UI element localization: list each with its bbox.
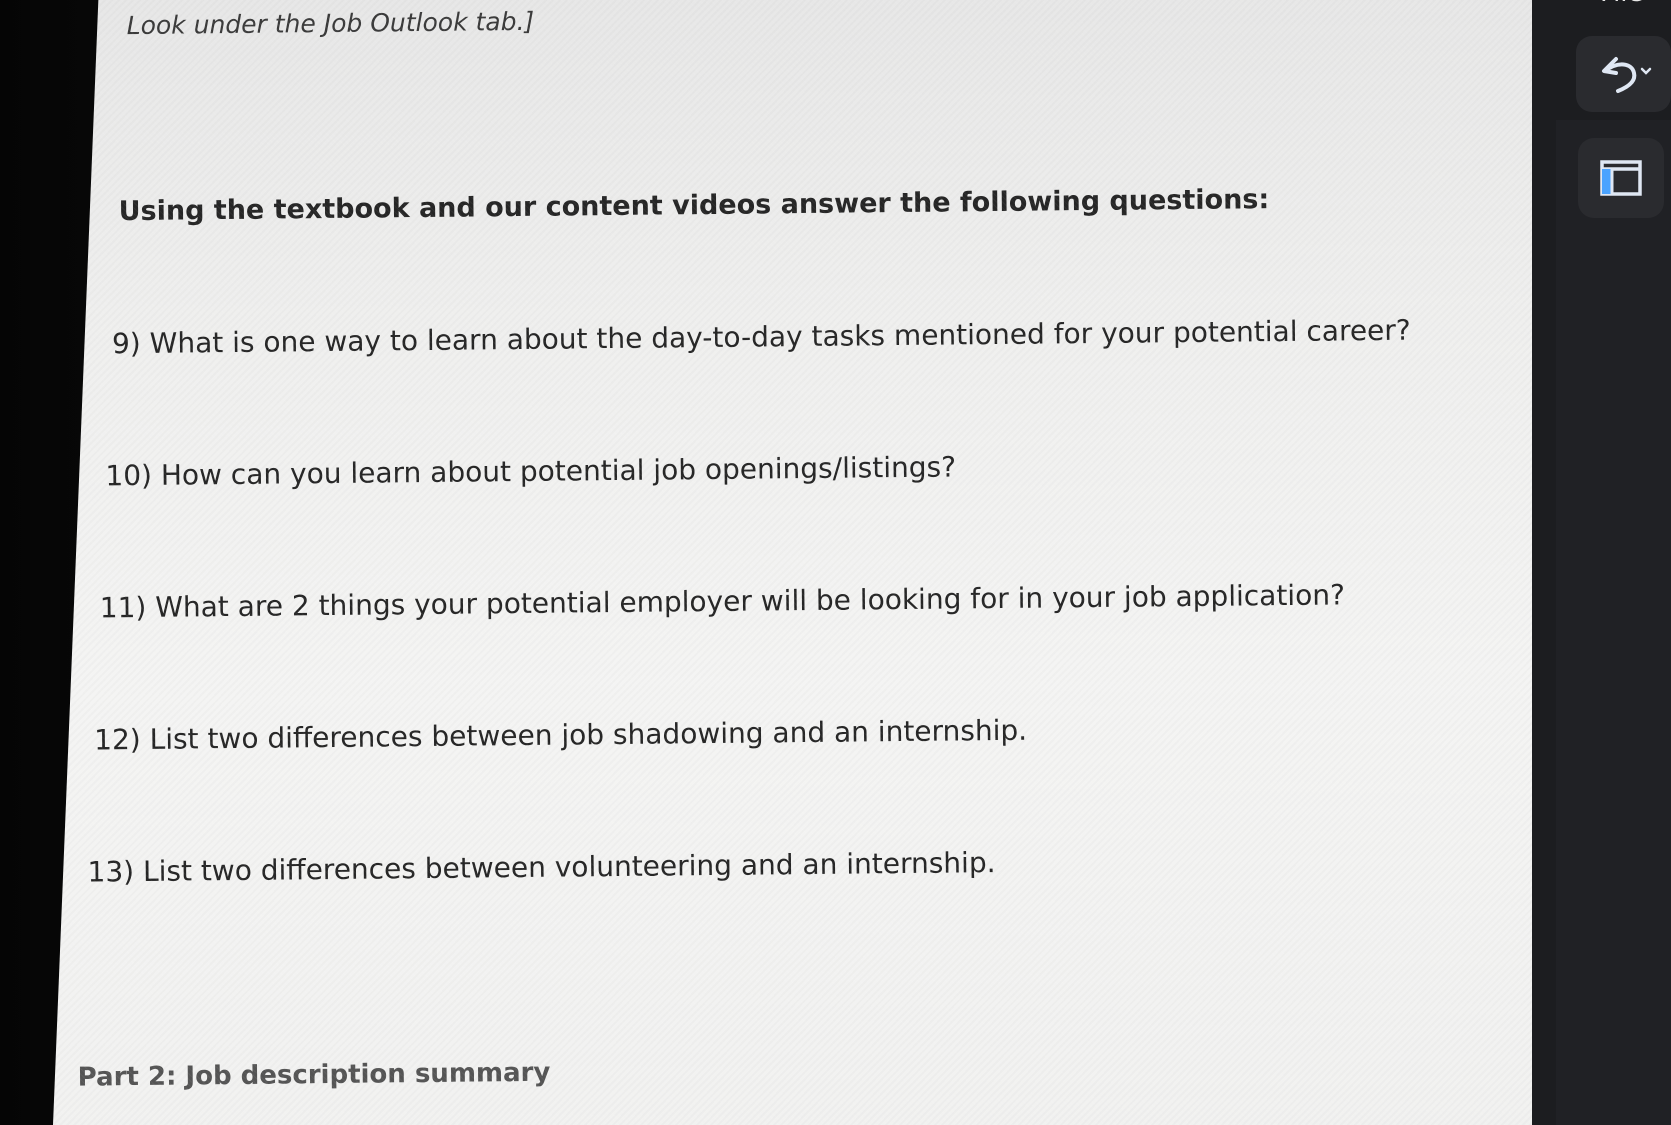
question-9: 9) What is one way to learn about the da…	[111, 313, 1411, 361]
screen: Look under the Job Outlook tab.] Using t…	[0, 0, 1671, 1125]
question-12: 12) List two differences between job sha…	[93, 713, 1028, 757]
undo-icon	[1596, 51, 1652, 97]
document-page: Look under the Job Outlook tab.] Using t…	[38, 0, 1551, 1125]
job-outlook-note: Look under the Job Outlook tab.]	[126, 6, 535, 41]
part-2-heading: Part 2: Job description summary	[77, 1057, 551, 1093]
instructions-heading: Using the textbook and our content video…	[118, 184, 1270, 228]
panel-layout-icon	[1599, 159, 1643, 197]
file-menu[interactable]: File	[1600, 0, 1644, 8]
undo-button[interactable]	[1576, 36, 1671, 112]
layout-toggle-button[interactable]	[1578, 138, 1664, 218]
question-10: 10) How can you learn about potential jo…	[105, 450, 957, 493]
question-13: 13) List two differences between volunte…	[87, 846, 996, 889]
side-panel-strip	[1556, 120, 1671, 1125]
question-11: 11) What are 2 things your potential emp…	[99, 578, 1346, 625]
